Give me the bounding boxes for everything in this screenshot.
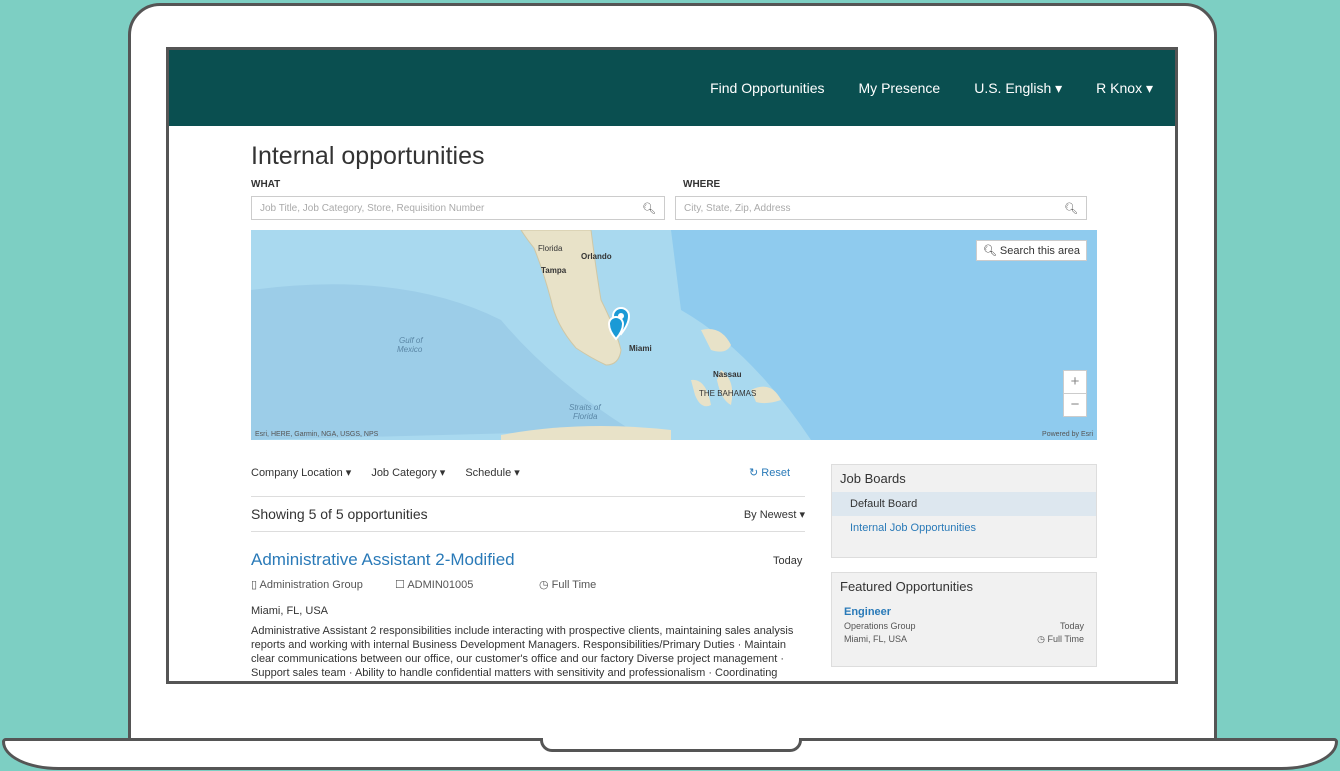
page-title: Internal opportunities [251, 142, 485, 170]
sort-dropdown[interactable]: By Newest ▾ [744, 508, 805, 521]
job-category-filter[interactable]: Job Category ▾ [371, 466, 445, 479]
map-label-orlando: Orlando [581, 252, 612, 261]
featured-group: Operations Group [844, 621, 916, 631]
search-area-label: Search this area [999, 245, 1080, 257]
job-req: ADMIN01005 [407, 579, 474, 591]
refresh-icon: ↻ [749, 467, 759, 479]
zoom-controls: + − [1063, 370, 1087, 417]
map[interactable]: Florida Orlando Tampa Gulf of Mexico Mia… [251, 230, 1097, 440]
zoom-out-button[interactable]: − [1064, 393, 1086, 416]
map-label-nassau: Nassau [713, 370, 742, 379]
nav-my-presence[interactable]: My Presence [859, 80, 941, 96]
what-placeholder: Job Title, Job Category, Store, Requisit… [260, 202, 485, 214]
results-count: Showing 5 of 5 opportunities [251, 506, 428, 522]
board-internal[interactable]: Internal Job Opportunities [832, 516, 1096, 540]
company-location-filter[interactable]: Company Location ▾ [251, 466, 351, 479]
map-label-straits: Straits of [569, 403, 601, 412]
what-label: WHAT [251, 179, 281, 190]
search-icon[interactable]: 🔍︎ [1064, 202, 1078, 215]
job-meta: ▯ Administration Group ☐ ADMIN01005 ◷ Fu… [251, 578, 596, 591]
map-label-miami: Miami [629, 344, 652, 353]
job-boards-title: Job Boards [840, 471, 906, 486]
map-label-bahamas: THE BAHAMAS [699, 389, 757, 398]
job-location: Miami, FL, USA [251, 605, 329, 617]
map-attribution: Esri, HERE, Garmin, NGA, USGS, NPS [255, 431, 379, 438]
bookmark-icon: ☐ [395, 579, 405, 591]
where-label: WHERE [683, 179, 721, 190]
building-icon: ▯ [251, 579, 258, 591]
zoom-in-button[interactable]: + [1064, 371, 1086, 393]
map-canvas [251, 230, 1097, 440]
map-label-mexico: Mexico [397, 345, 423, 354]
featured-title: Featured Opportunities [840, 579, 973, 594]
results-header: Showing 5 of 5 opportunities By Newest ▾ [251, 496, 805, 532]
job-group: Administration Group [259, 579, 363, 591]
job-title-link[interactable]: Administrative Assistant 2-Modified [251, 550, 515, 570]
clock-icon: ◷ [539, 579, 549, 591]
what-search-input[interactable]: Job Title, Job Category, Store, Requisit… [251, 196, 665, 220]
job-schedule: Full Time [551, 579, 597, 591]
board-default[interactable]: Default Board [832, 492, 1096, 516]
laptop-notch [540, 738, 802, 752]
schedule-filter[interactable]: Schedule ▾ [465, 466, 519, 479]
map-label-gulf: Gulf of [399, 336, 423, 345]
language-dropdown[interactable]: U.S. English ▾ [974, 80, 1062, 97]
filter-bar: Company Location ▾ Job Category ▾ Schedu… [251, 466, 805, 479]
map-powered-by[interactable]: Powered by Esri [1042, 431, 1093, 438]
browser-screen: Find Opportunities My Presence U.S. Engl… [166, 47, 1178, 684]
reset-button[interactable]: ↻ Reset [749, 466, 790, 479]
featured-job-link[interactable]: Engineer [832, 606, 1096, 618]
featured-location: Miami, FL, USA [844, 634, 908, 644]
where-placeholder: City, State, Zip, Address [684, 202, 791, 214]
top-nav: Find Opportunities My Presence U.S. Engl… [169, 50, 1175, 126]
job-boards-panel: Job Boards Default Board Internal Job Op… [831, 464, 1097, 558]
user-menu[interactable]: R Knox ▾ [1096, 80, 1153, 97]
nav-find-opportunities[interactable]: Find Opportunities [710, 80, 824, 96]
search-icon: 🔍︎ [982, 245, 997, 257]
main-content: Internal opportunities WHAT WHERE Job Ti… [251, 126, 1097, 679]
featured-date: Today [1059, 621, 1084, 631]
map-label-florida: Florida [538, 244, 563, 253]
job-description: Administrative Assistant 2 responsibilit… [251, 625, 794, 679]
search-this-area-button[interactable]: 🔍︎ Search this area [975, 240, 1087, 261]
map-label-straits2: Florida [573, 412, 598, 421]
featured-panel: Featured Opportunities Engineer Operatio… [831, 572, 1097, 667]
job-date: Today [773, 555, 803, 567]
search-icon[interactable]: 🔍︎ [642, 202, 656, 215]
clock-icon: ◷ [1037, 634, 1045, 644]
reset-label: Reset [761, 467, 791, 479]
map-label-tampa: Tampa [541, 266, 567, 275]
featured-schedule: Full Time [1047, 634, 1084, 644]
where-search-input[interactable]: City, State, Zip, Address 🔍︎ [675, 196, 1087, 220]
